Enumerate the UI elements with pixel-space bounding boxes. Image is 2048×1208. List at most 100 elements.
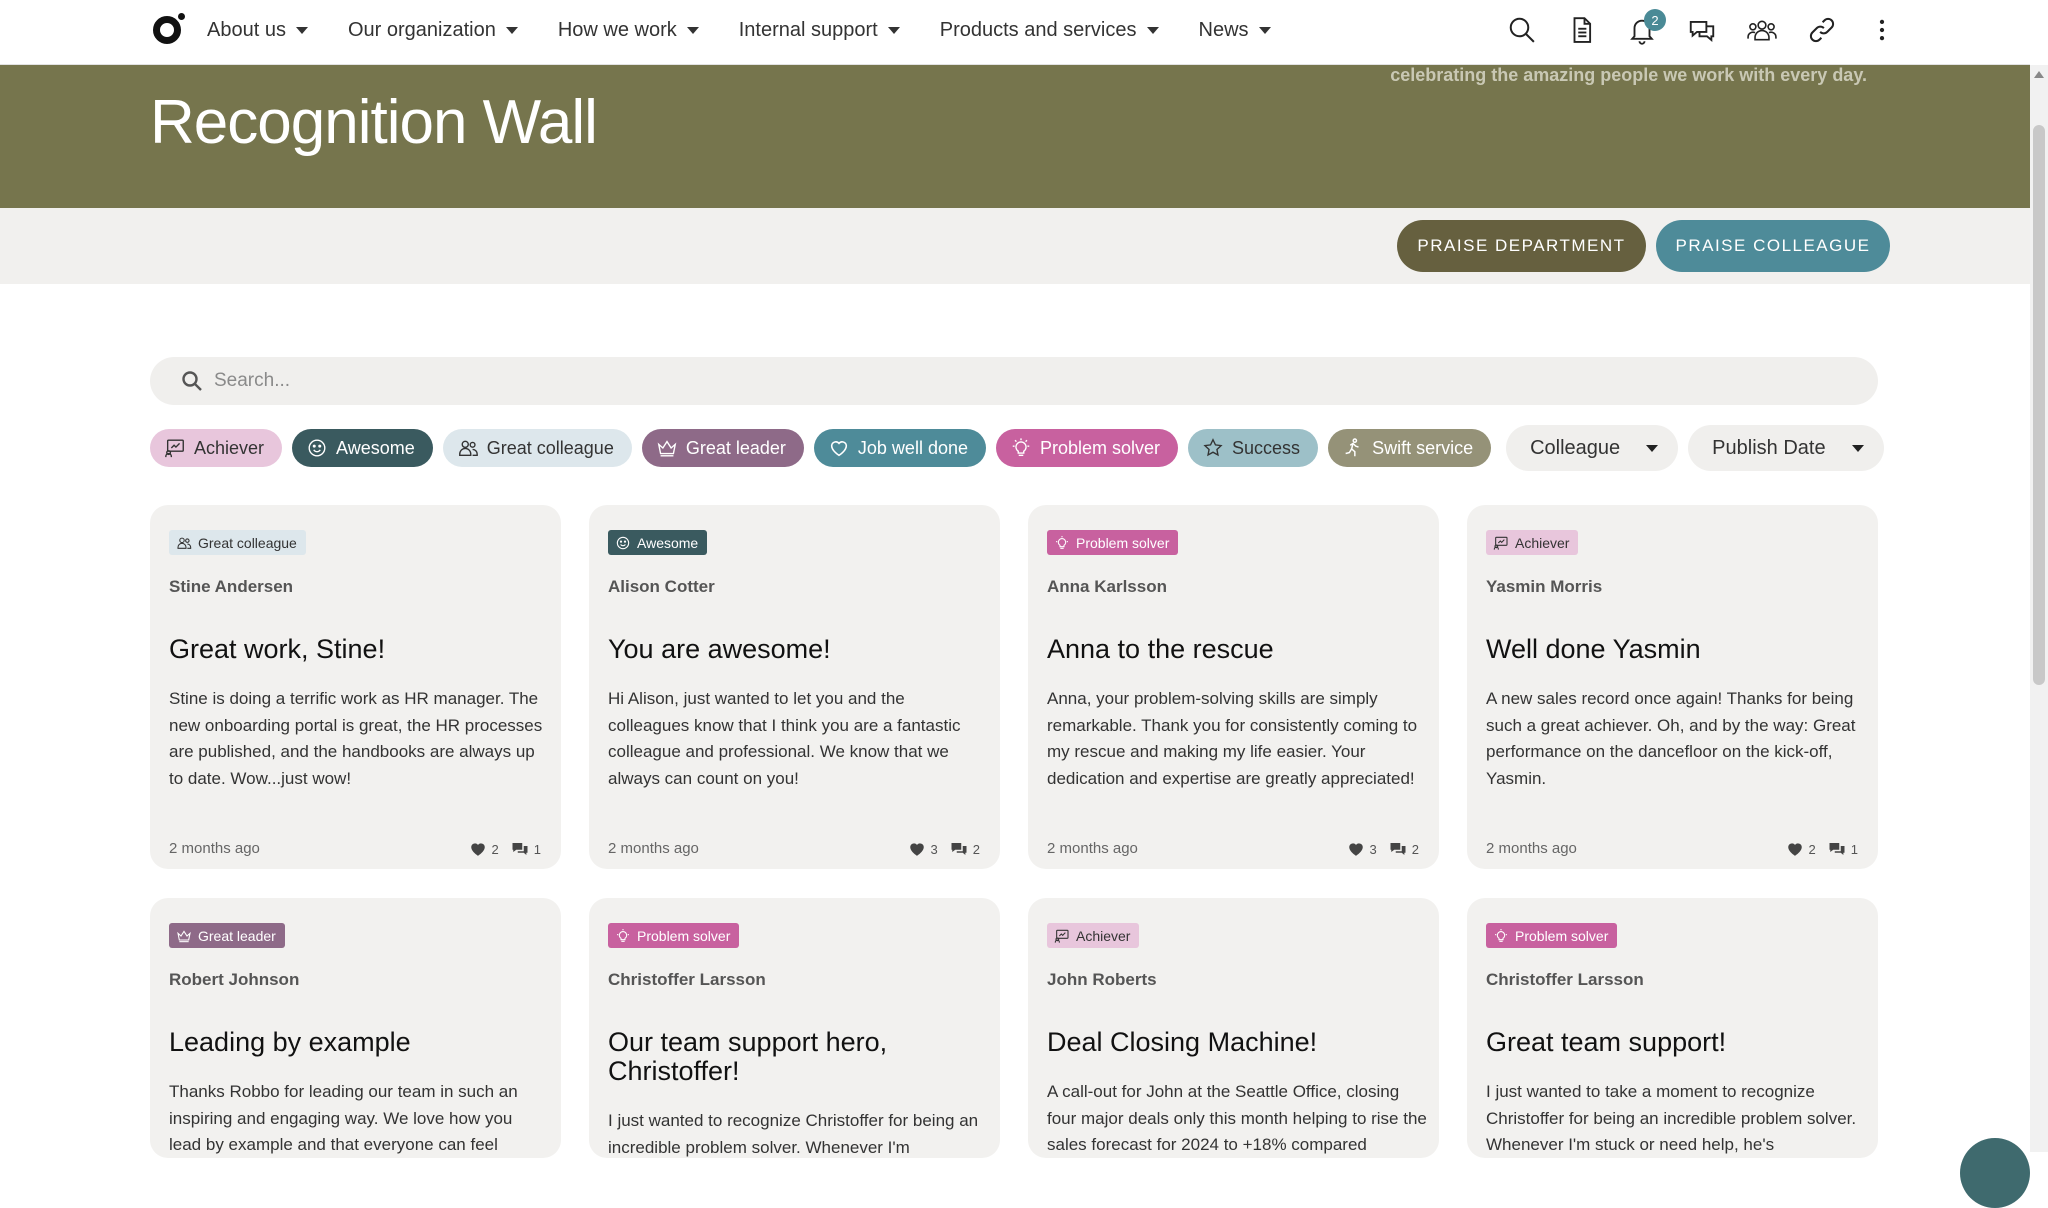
people-icon — [458, 440, 478, 457]
recognition-card[interactable]: Great colleague Stine Andersen Great wor… — [150, 505, 561, 869]
like-count: 3 — [1369, 841, 1377, 857]
recognition-card[interactable]: Awesome Alison Cotter You are awesome! H… — [589, 505, 1000, 869]
card-tag-label: Great leader — [198, 927, 276, 944]
comment-stat[interactable]: 1 — [511, 840, 541, 858]
card-title[interactable]: Great work, Stine! — [169, 635, 549, 664]
card-date: 2 months ago — [1486, 840, 1577, 857]
card-title[interactable]: Great team support! — [1486, 1028, 1866, 1057]
comment-stat[interactable]: 1 — [1828, 840, 1858, 858]
comment-stat[interactable]: 2 — [950, 840, 980, 858]
like-stat[interactable]: 2 — [469, 840, 499, 858]
page-scrollbar[interactable] — [2030, 65, 2048, 1152]
card-stats: 2 1 — [1780, 840, 1858, 858]
like-count: 2 — [491, 841, 499, 857]
chat-icon[interactable] — [1686, 14, 1718, 46]
recognition-card[interactable]: Problem solver Christoffer Larsson Great… — [1467, 898, 1878, 1158]
filter-chip-great-colleague[interactable]: Great colleague — [442, 429, 632, 467]
document-icon[interactable] — [1566, 14, 1598, 46]
card-stats: 2 1 — [463, 840, 541, 858]
lightbulb-icon — [1012, 438, 1030, 457]
filter-chip-label: Job well done — [857, 437, 968, 458]
card-title[interactable]: Anna to the rescue — [1047, 635, 1427, 664]
nav-item-about-us[interactable]: About us — [207, 19, 308, 42]
card-title[interactable]: Well done Yasmin — [1486, 635, 1866, 664]
logo-icon[interactable] — [153, 16, 181, 44]
recognition-card[interactable]: Problem solver Anna Karlsson Anna to the… — [1028, 505, 1439, 869]
filter-chip-swift-service[interactable]: Swift service — [1328, 429, 1492, 467]
card-author[interactable]: Robert Johnson — [169, 970, 299, 990]
filter-chip-label: Success — [1232, 437, 1301, 458]
card-category-tag: Great colleague — [169, 530, 306, 555]
praise-colleague-button[interactable]: PRAISE COLLEAGUE — [1656, 220, 1890, 272]
link-icon[interactable] — [1806, 14, 1838, 46]
comment-count: 2 — [1411, 841, 1419, 857]
publish-date-select[interactable]: Publish Date — [1688, 425, 1884, 471]
filter-chip-great-leader[interactable]: Great leader — [641, 429, 804, 467]
heart-icon — [470, 843, 485, 856]
like-stat[interactable]: 3 — [1347, 840, 1377, 858]
comments-icon — [951, 843, 967, 855]
comments-icon — [1390, 843, 1406, 855]
card-title[interactable]: You are awesome! — [608, 635, 988, 664]
card-body: A new sales record once again! Thanks fo… — [1486, 689, 1856, 788]
search-icon[interactable] — [1506, 14, 1538, 46]
filter-chip-awesome[interactable]: Awesome — [292, 429, 433, 467]
card-author[interactable]: Yasmin Morris — [1486, 577, 1602, 597]
comment-stat[interactable]: 2 — [1389, 840, 1419, 858]
nav-item-our-organization[interactable]: Our organization — [348, 19, 518, 42]
card-title[interactable]: Our team support hero, Christoffer! — [608, 1028, 988, 1086]
lightbulb-icon — [1495, 928, 1507, 942]
recognition-card[interactable]: Problem solver Christoffer Larsson Our t… — [589, 898, 1000, 1158]
like-stat[interactable]: 3 — [908, 840, 938, 858]
caret-down-icon — [686, 26, 699, 34]
card-category-tag: Great leader — [169, 923, 285, 948]
card-author[interactable]: Christoffer Larsson — [608, 970, 766, 990]
notifications-bell-icon[interactable]: 2 — [1626, 9, 1666, 46]
nav-item-label: Products and services — [939, 18, 1137, 41]
comment-count: 1 — [1850, 841, 1858, 857]
recognition-card[interactable]: Achiever Yasmin Morris Well done Yasmin … — [1467, 505, 1878, 869]
filter-chip-job-well-done[interactable]: Job well done — [813, 429, 986, 467]
card-category-tag: Problem solver — [1486, 923, 1618, 948]
nav-item-how-we-work[interactable]: How we work — [558, 19, 699, 42]
like-stat[interactable]: 2 — [1786, 840, 1816, 858]
nav-item-news[interactable]: News — [1199, 19, 1271, 42]
scrollbar-thumb[interactable] — [2033, 125, 2045, 685]
nav-menu: About us Our organization How we work In… — [207, 0, 1271, 60]
running-icon — [1345, 438, 1359, 457]
card-author[interactable]: Alison Cotter — [608, 577, 715, 597]
recognition-card[interactable]: Achiever John Roberts Deal Closing Machi… — [1028, 898, 1439, 1158]
nav-item-internal-support[interactable]: Internal support — [739, 19, 900, 42]
card-title[interactable]: Deal Closing Machine! — [1047, 1028, 1427, 1057]
filter-chip-success[interactable]: Success — [1188, 429, 1319, 467]
notification-count-badge: 2 — [1644, 9, 1666, 31]
card-author[interactable]: John Roberts — [1047, 970, 1157, 990]
card-body: Thanks Robbo for leading our team in suc… — [169, 1082, 518, 1154]
card-date: 2 months ago — [608, 840, 699, 857]
praise-department-button[interactable]: PRAISE DEPARTMENT — [1397, 220, 1646, 272]
card-stats: 3 2 — [1341, 840, 1419, 858]
colleague-select[interactable]: Colleague — [1506, 425, 1679, 471]
achiever-icon — [1493, 536, 1508, 550]
card-title[interactable]: Leading by example — [169, 1028, 549, 1057]
search-input[interactable] — [214, 370, 1714, 392]
filter-chip-achiever[interactable]: Achiever — [150, 429, 283, 467]
card-tag-label: Awesome — [637, 534, 699, 551]
card-tag-label: Great colleague — [198, 534, 297, 551]
comments-icon — [1829, 843, 1845, 855]
lightbulb-icon — [1056, 535, 1068, 549]
caret-down-icon — [505, 26, 518, 34]
card-date: 2 months ago — [169, 840, 260, 857]
card-author[interactable]: Stine Andersen — [169, 577, 293, 597]
filter-chip-problem-solver[interactable]: Problem solver — [995, 429, 1179, 467]
recognition-card[interactable]: Great leader Robert Johnson Leading by e… — [150, 898, 561, 1158]
card-tag-label: Problem solver — [1515, 927, 1609, 944]
card-author[interactable]: Christoffer Larsson — [1486, 970, 1644, 990]
chat-fab-button[interactable] — [1960, 1138, 2030, 1208]
nav-item-products-and-services[interactable]: Products and services — [940, 19, 1159, 42]
card-author[interactable]: Anna Karlsson — [1047, 577, 1167, 597]
more-vertical-icon[interactable] — [1866, 14, 1898, 46]
people-icon[interactable] — [1746, 14, 1778, 46]
card-tag-label: Achiever — [1515, 534, 1570, 551]
scroll-up-arrow-icon[interactable] — [2034, 71, 2044, 78]
